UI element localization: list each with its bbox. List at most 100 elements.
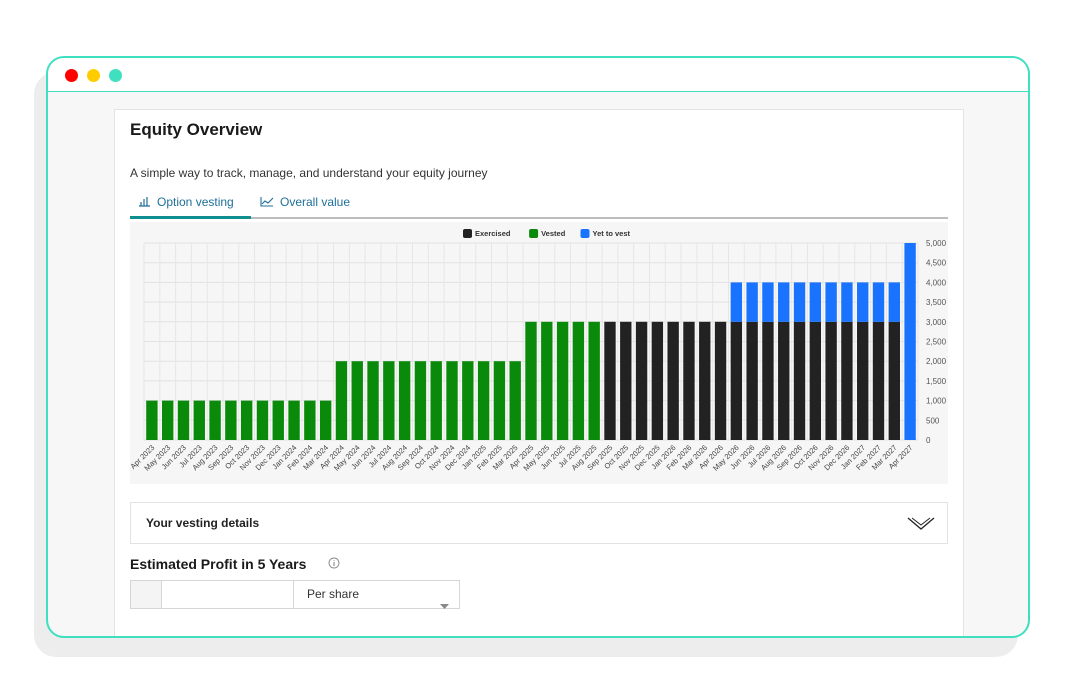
bar-yet-to-vest (762, 282, 774, 322)
bar-vested (446, 361, 458, 440)
bar-vested (383, 361, 395, 440)
y-tick-label: 2,000 (926, 357, 947, 366)
bar-exercised (620, 321, 632, 440)
bar-yet-to-vest (793, 282, 806, 322)
bar-yet-to-vest (888, 282, 900, 322)
chart-tabs: Option vesting Overall value (130, 187, 948, 219)
bar-vested (304, 400, 316, 440)
y-tick-label: 3,500 (926, 298, 947, 307)
unit-select[interactable]: Per share (295, 581, 459, 609)
y-tick-label: 1,000 (926, 397, 947, 406)
bar-exercised (651, 321, 664, 440)
bar-vested (335, 361, 348, 440)
y-tick-label: 0 (926, 436, 931, 445)
title-bar (48, 58, 1028, 92)
y-tick-label: 5,000 (926, 239, 947, 248)
legend-swatch (580, 229, 590, 238)
legend-label: Vested (541, 229, 566, 238)
y-tick-label: 1,500 (926, 377, 947, 386)
chevron-down-icon[interactable] (907, 515, 935, 536)
bar-vested (525, 321, 537, 440)
legend-label: Exercised (475, 229, 511, 238)
close-window-button[interactable] (65, 69, 78, 82)
bar-vested (477, 361, 490, 440)
vesting-details-accordion[interactable]: Your vesting details (130, 502, 948, 544)
bar-exercised (888, 321, 900, 440)
bar-vested (414, 361, 427, 440)
bar-vested (430, 361, 442, 440)
bar-vested (256, 400, 269, 440)
bar-vested (162, 400, 174, 440)
maximize-window-button[interactable] (109, 69, 122, 82)
bar-exercised (872, 321, 885, 440)
y-tick-label: 500 (926, 416, 940, 425)
equity-card: Equity Overview A simple way to track, m… (114, 109, 964, 636)
app-window: Equity Overview A simple way to track, m… (46, 56, 1030, 638)
bar-yet-to-vest (825, 282, 837, 322)
tab-label: Overall value (280, 195, 351, 209)
bar-vested (572, 321, 585, 440)
unit-select-value: Per share (307, 587, 360, 601)
bar-vested (319, 400, 332, 440)
bar-exercised (683, 321, 695, 440)
bar-vested (209, 400, 221, 440)
bar-exercised (841, 321, 853, 440)
y-tick-label: 3,000 (926, 318, 947, 327)
bar-exercised (604, 321, 616, 440)
bar-yet-to-vest (857, 282, 869, 322)
page-title: Equity Overview (130, 120, 263, 139)
bar-vested (272, 400, 284, 440)
bar-chart-icon (138, 188, 151, 218)
bar-vested (225, 400, 237, 440)
bar-exercised (762, 321, 774, 440)
info-icon[interactable] (328, 556, 340, 574)
bar-exercised (714, 321, 727, 440)
bar-vested (588, 321, 600, 440)
legend-label: Yet to vest (593, 229, 631, 238)
vesting-chart: 0 500 1,000 1,500 2,000 2,500 3,000 3,500 4,000 4… (128, 222, 948, 484)
minimize-window-button[interactable] (87, 69, 100, 82)
currency-addon (131, 581, 162, 608)
line-chart-icon (260, 188, 274, 218)
bar-vested (367, 361, 379, 440)
bar-vested (351, 361, 363, 440)
bar-yet-to-vest (872, 282, 885, 322)
bar-exercised (778, 321, 790, 440)
bar-yet-to-vest (746, 282, 758, 322)
bar-exercised (730, 321, 743, 440)
bar-exercised (825, 321, 837, 440)
bar-yet-to-vest (904, 243, 916, 440)
y-tick-label: 2,500 (926, 338, 947, 347)
y-tick-label: 4,500 (926, 259, 947, 268)
bar-vested (541, 321, 553, 440)
bar-vested (398, 361, 411, 440)
legend-swatch (529, 229, 539, 238)
bar-yet-to-vest (841, 282, 853, 322)
vesting-details-label: Your vesting details (146, 516, 260, 530)
bar-yet-to-vest (778, 282, 790, 322)
bar-vested (240, 400, 253, 440)
bar-yet-to-vest (809, 282, 822, 322)
bar-vested (193, 400, 205, 440)
bar-exercised (793, 321, 806, 440)
caret-down-icon (440, 592, 449, 619)
bar-vested (462, 361, 474, 440)
legend-swatch (463, 229, 472, 238)
bar-vested (146, 400, 158, 440)
bar-vested (288, 400, 300, 440)
tab-option-vesting[interactable]: Option vesting (130, 187, 251, 219)
bar-exercised (635, 321, 648, 440)
tab-overall-value[interactable]: Overall value (260, 187, 350, 217)
page-subtitle: A simple way to track, manage, and under… (130, 166, 488, 180)
bar-exercised (699, 321, 711, 440)
bar-vested (177, 400, 190, 440)
y-tick-label: 4,000 (926, 278, 947, 287)
vesting-chart-svg: 0 500 1,000 1,500 2,000 2,500 3,000 3,500 4,000 4… (128, 229, 947, 473)
bar-exercised (809, 321, 822, 440)
bar-exercised (857, 321, 869, 440)
profit-input[interactable] (162, 581, 294, 608)
bar-vested (556, 321, 569, 440)
bar-exercised (746, 321, 758, 440)
profit-title: Estimated Profit in 5 Years (130, 556, 307, 572)
bar-vested (493, 361, 506, 440)
